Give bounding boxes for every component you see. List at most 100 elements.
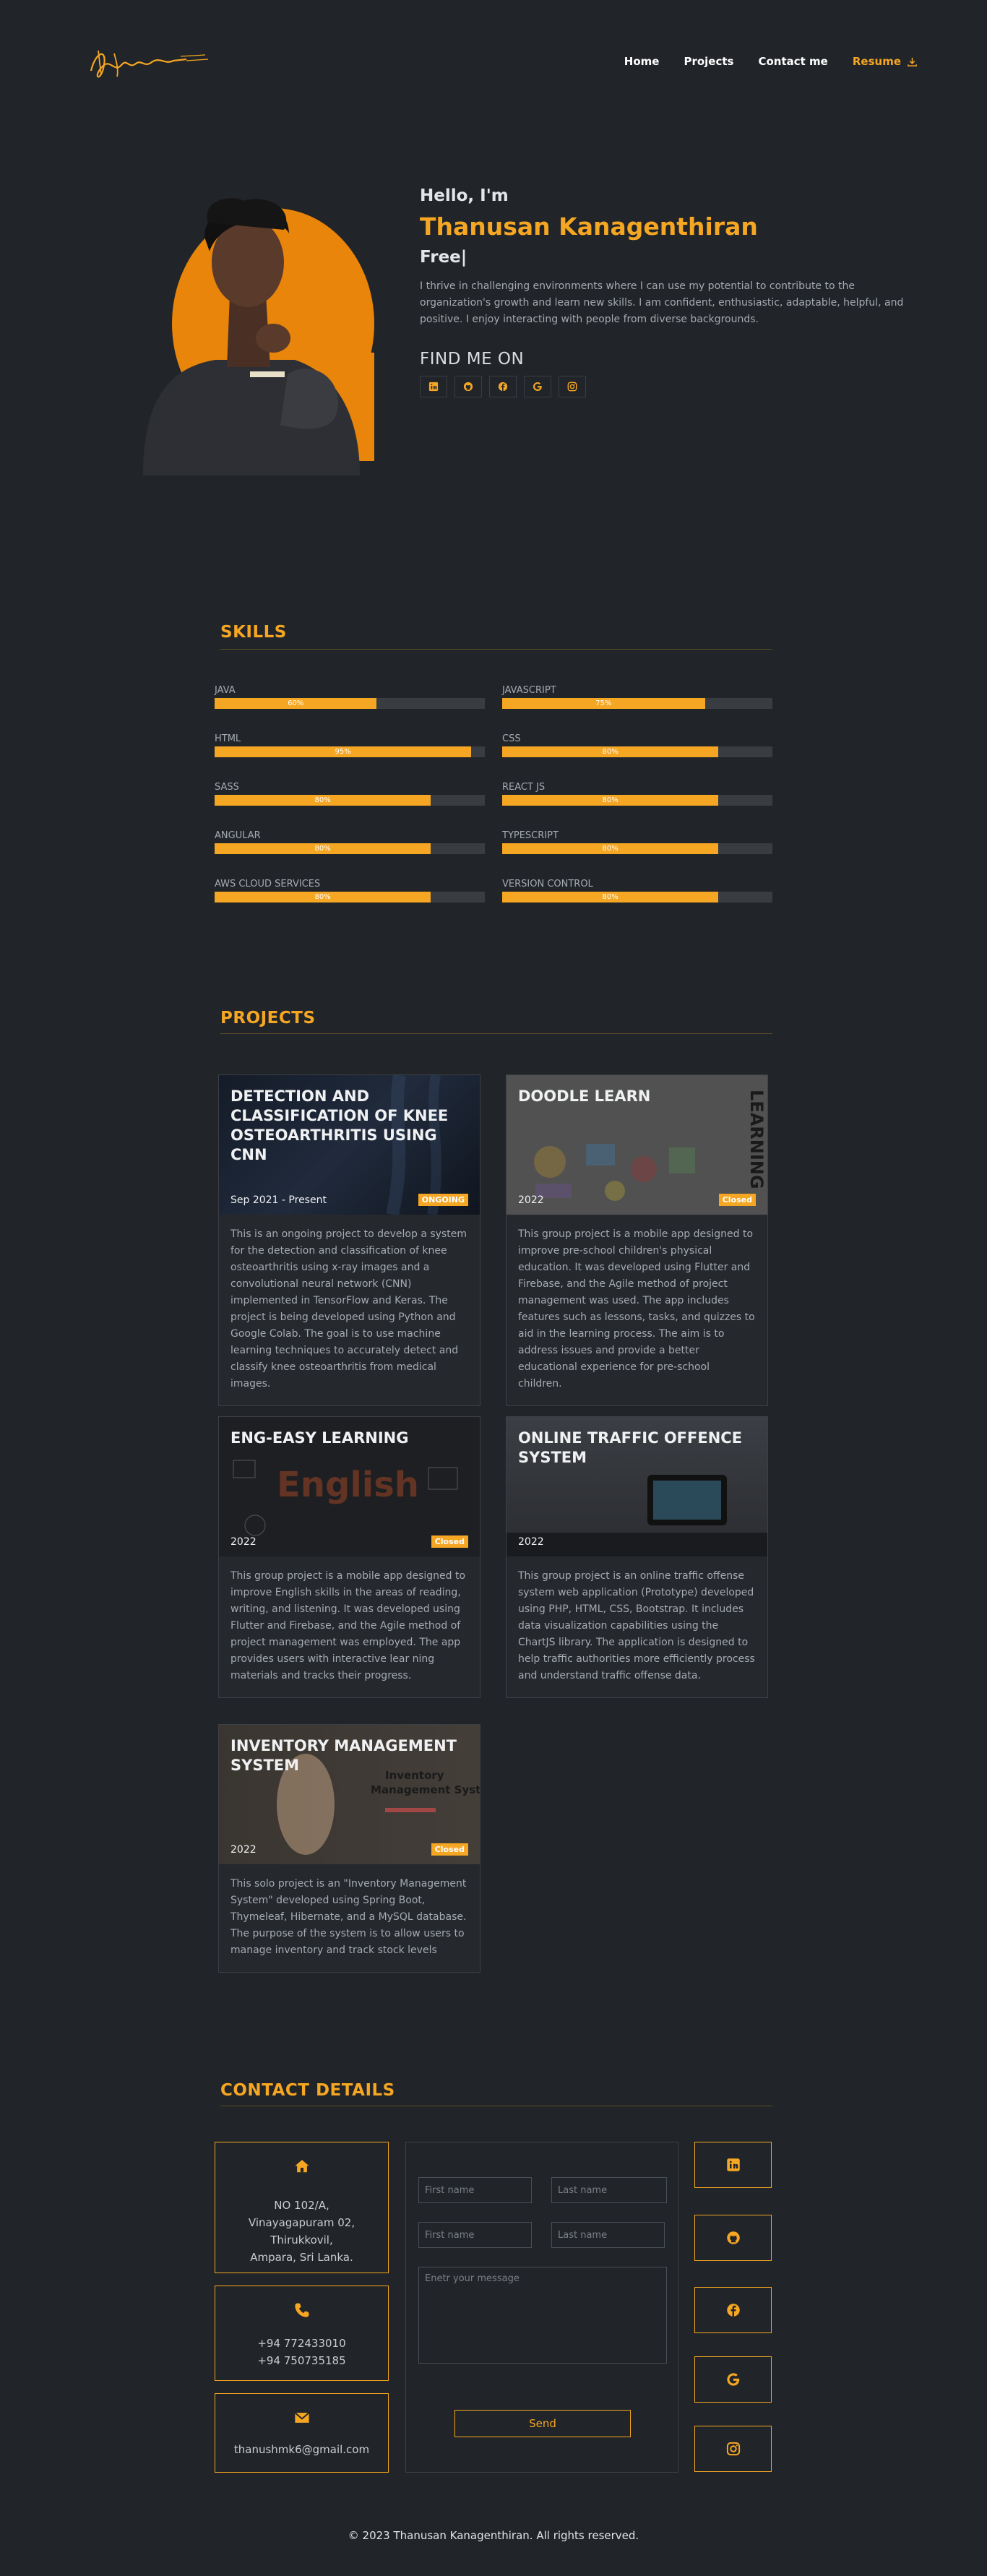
project-image-knee: DETECTION AND CLASSIFICATION OF KNEE OST… — [219, 1075, 480, 1215]
project-image-inventory: Inventory Management System INVENTORY MA… — [219, 1725, 480, 1864]
skill-bar-track: 80% — [215, 843, 485, 854]
skill-bar-track: 95% — [215, 746, 485, 757]
contact-facebook-link[interactable] — [694, 2287, 772, 2333]
nav-home[interactable]: Home — [624, 55, 660, 68]
facebook-icon — [498, 382, 508, 392]
hello-heading: Hello, I'm — [420, 186, 509, 205]
contact-github-link[interactable] — [694, 2215, 772, 2261]
facebook-icon — [726, 2304, 740, 2317]
project-image-doodle: LEARNING DOODLE LEARN 2022 Closed — [507, 1075, 767, 1215]
address-line: Ampara, Sri Lanka. — [250, 2251, 353, 2264]
skill-percent: 80% — [602, 845, 619, 853]
hero-linkedin-link[interactable] — [420, 376, 447, 397]
skill-bar-track: 60% — [215, 698, 485, 709]
skill-bar-track: 80% — [502, 746, 772, 757]
status-badge: Closed — [718, 1194, 756, 1206]
skills-grid: JAVA 60% JAVASCRIPT 75% HTML 95% CSS 80% SASS 80%… — [215, 685, 772, 903]
skill-item: JAVA 60% — [215, 685, 485, 709]
google-icon — [533, 382, 542, 392]
footer-copyright: © 2023 Thanusan Kanagenthiran. All right… — [348, 2529, 639, 2542]
skill-name: AWS CLOUD SERVICES — [215, 879, 321, 889]
hero-github-link[interactable] — [454, 376, 482, 397]
first-name-input[interactable] — [418, 2177, 532, 2203]
skill-bar-track: 80% — [215, 795, 485, 806]
email-box: thanushmk6@gmail.com — [215, 2393, 389, 2473]
phone-number[interactable]: +94 750735185 — [215, 2352, 388, 2369]
inventory-line2-text: Management System — [371, 1783, 480, 1796]
contact-linkedin-link[interactable] — [694, 2142, 772, 2188]
address-line: Thirukkovil, — [270, 2233, 333, 2247]
skill-name: ANGULAR — [215, 830, 261, 841]
project-date: 2022 — [230, 1536, 257, 1548]
find-me-heading: FIND ME ON — [420, 350, 525, 369]
skill-percent: 80% — [602, 796, 619, 804]
projects-heading: PROJECTS — [220, 1009, 316, 1028]
main-menu: Home Projects Contact me Resume — [624, 55, 918, 68]
project-date: 2022 — [518, 1194, 544, 1206]
last-name-input[interactable] — [551, 2177, 667, 2203]
project-card-knee[interactable]: DETECTION AND CLASSIFICATION OF KNEE OST… — [218, 1074, 480, 1406]
skill-item: ANGULAR 80% — [215, 830, 485, 854]
project-title: ONLINE TRAFFIC OFFENCE SYSTEM — [518, 1429, 743, 1466]
hero-instagram-link[interactable] — [559, 376, 586, 397]
phone-number[interactable]: +94 772433010 — [215, 2335, 388, 2352]
skill-percent: 75% — [595, 699, 612, 707]
address-box: NO 102/A, Vinayagapuram 02, Thirukkovil,… — [215, 2142, 389, 2273]
hero-facebook-link[interactable] — [489, 376, 517, 397]
skill-name: REACT JS — [502, 782, 546, 793]
instagram-icon — [726, 2442, 740, 2456]
skill-item: REACT JS 80% — [502, 782, 772, 806]
send-button[interactable]: Send — [454, 2410, 631, 2437]
phone-icon — [294, 2303, 309, 2317]
skill-percent: 80% — [314, 893, 331, 901]
project-card-traffic[interactable]: ONLINE TRAFFIC OFFENCE SYSTEM 2022 This … — [506, 1416, 768, 1698]
hero-social-links — [420, 376, 926, 397]
skill-name: CSS — [502, 733, 521, 744]
project-title: ENG-EASY LEARNING — [230, 1429, 409, 1447]
home-icon — [294, 2160, 309, 2173]
resume-button[interactable]: Resume — [853, 55, 918, 68]
email-address[interactable]: thanushmk6@gmail.com — [215, 2441, 388, 2458]
skill-name: JAVASCRIPT — [502, 685, 556, 696]
skill-name: JAVA — [215, 685, 236, 696]
project-title: DETECTION AND CLASSIFICATION OF KNEE OST… — [230, 1087, 449, 1163]
projects-divider — [220, 1033, 772, 1034]
github-icon — [463, 382, 473, 392]
project-card-english[interactable]: English ENG-EASY LEARNING 2022 Closed Th… — [218, 1416, 480, 1698]
hero-bio: I thrive in challenging environments whe… — [420, 280, 904, 325]
skill-percent: 60% — [288, 699, 304, 707]
project-card-doodle[interactable]: LEARNING DOODLE LEARN 2022 Closed This g… — [506, 1074, 768, 1406]
skill-percent: 80% — [314, 796, 331, 804]
skill-name: HTML — [215, 733, 241, 744]
skill-bar-track: 80% — [502, 892, 772, 903]
signature-logo[interactable] — [85, 43, 212, 83]
nav-contact[interactable]: Contact me — [758, 55, 827, 68]
contact-google-link[interactable] — [694, 2356, 772, 2403]
typed-role: Free| — [420, 248, 467, 267]
status-badge: ONGOING — [418, 1194, 468, 1206]
instagram-icon — [567, 382, 577, 392]
first-name-input-2[interactable] — [418, 2222, 532, 2248]
project-date: 2022 — [230, 1844, 257, 1856]
status-badge: Closed — [431, 1535, 468, 1548]
skill-item: HTML 95% — [215, 733, 485, 757]
skill-item: AWS CLOUD SERVICES 80% — [215, 879, 485, 903]
nav-projects[interactable]: Projects — [684, 55, 733, 68]
hero-name: Thanusan Kanagenthiran — [420, 212, 758, 241]
skill-percent: 95% — [335, 748, 351, 756]
contact-instagram-link[interactable] — [694, 2426, 772, 2472]
skill-name: TYPESCRIPT — [502, 830, 559, 841]
hero-google-link[interactable] — [524, 376, 551, 397]
last-name-input-2[interactable] — [551, 2222, 665, 2248]
project-title: DOODLE LEARN — [518, 1087, 651, 1105]
google-icon — [726, 2373, 739, 2386]
skill-bar-track: 75% — [502, 698, 772, 709]
project-card-inventory[interactable]: Inventory Management System INVENTORY MA… — [218, 1724, 480, 1973]
linkedin-icon — [428, 382, 439, 392]
message-textarea[interactable] — [418, 2267, 667, 2364]
project-description: This is an ongoing project to develop a … — [230, 1228, 467, 1390]
skill-item: SASS 80% — [215, 782, 485, 806]
project-title: INVENTORY MANAGEMENT SYSTEM — [230, 1737, 457, 1774]
project-description: This group project is an online traffic … — [518, 1570, 755, 1681]
skill-percent: 80% — [602, 893, 619, 901]
